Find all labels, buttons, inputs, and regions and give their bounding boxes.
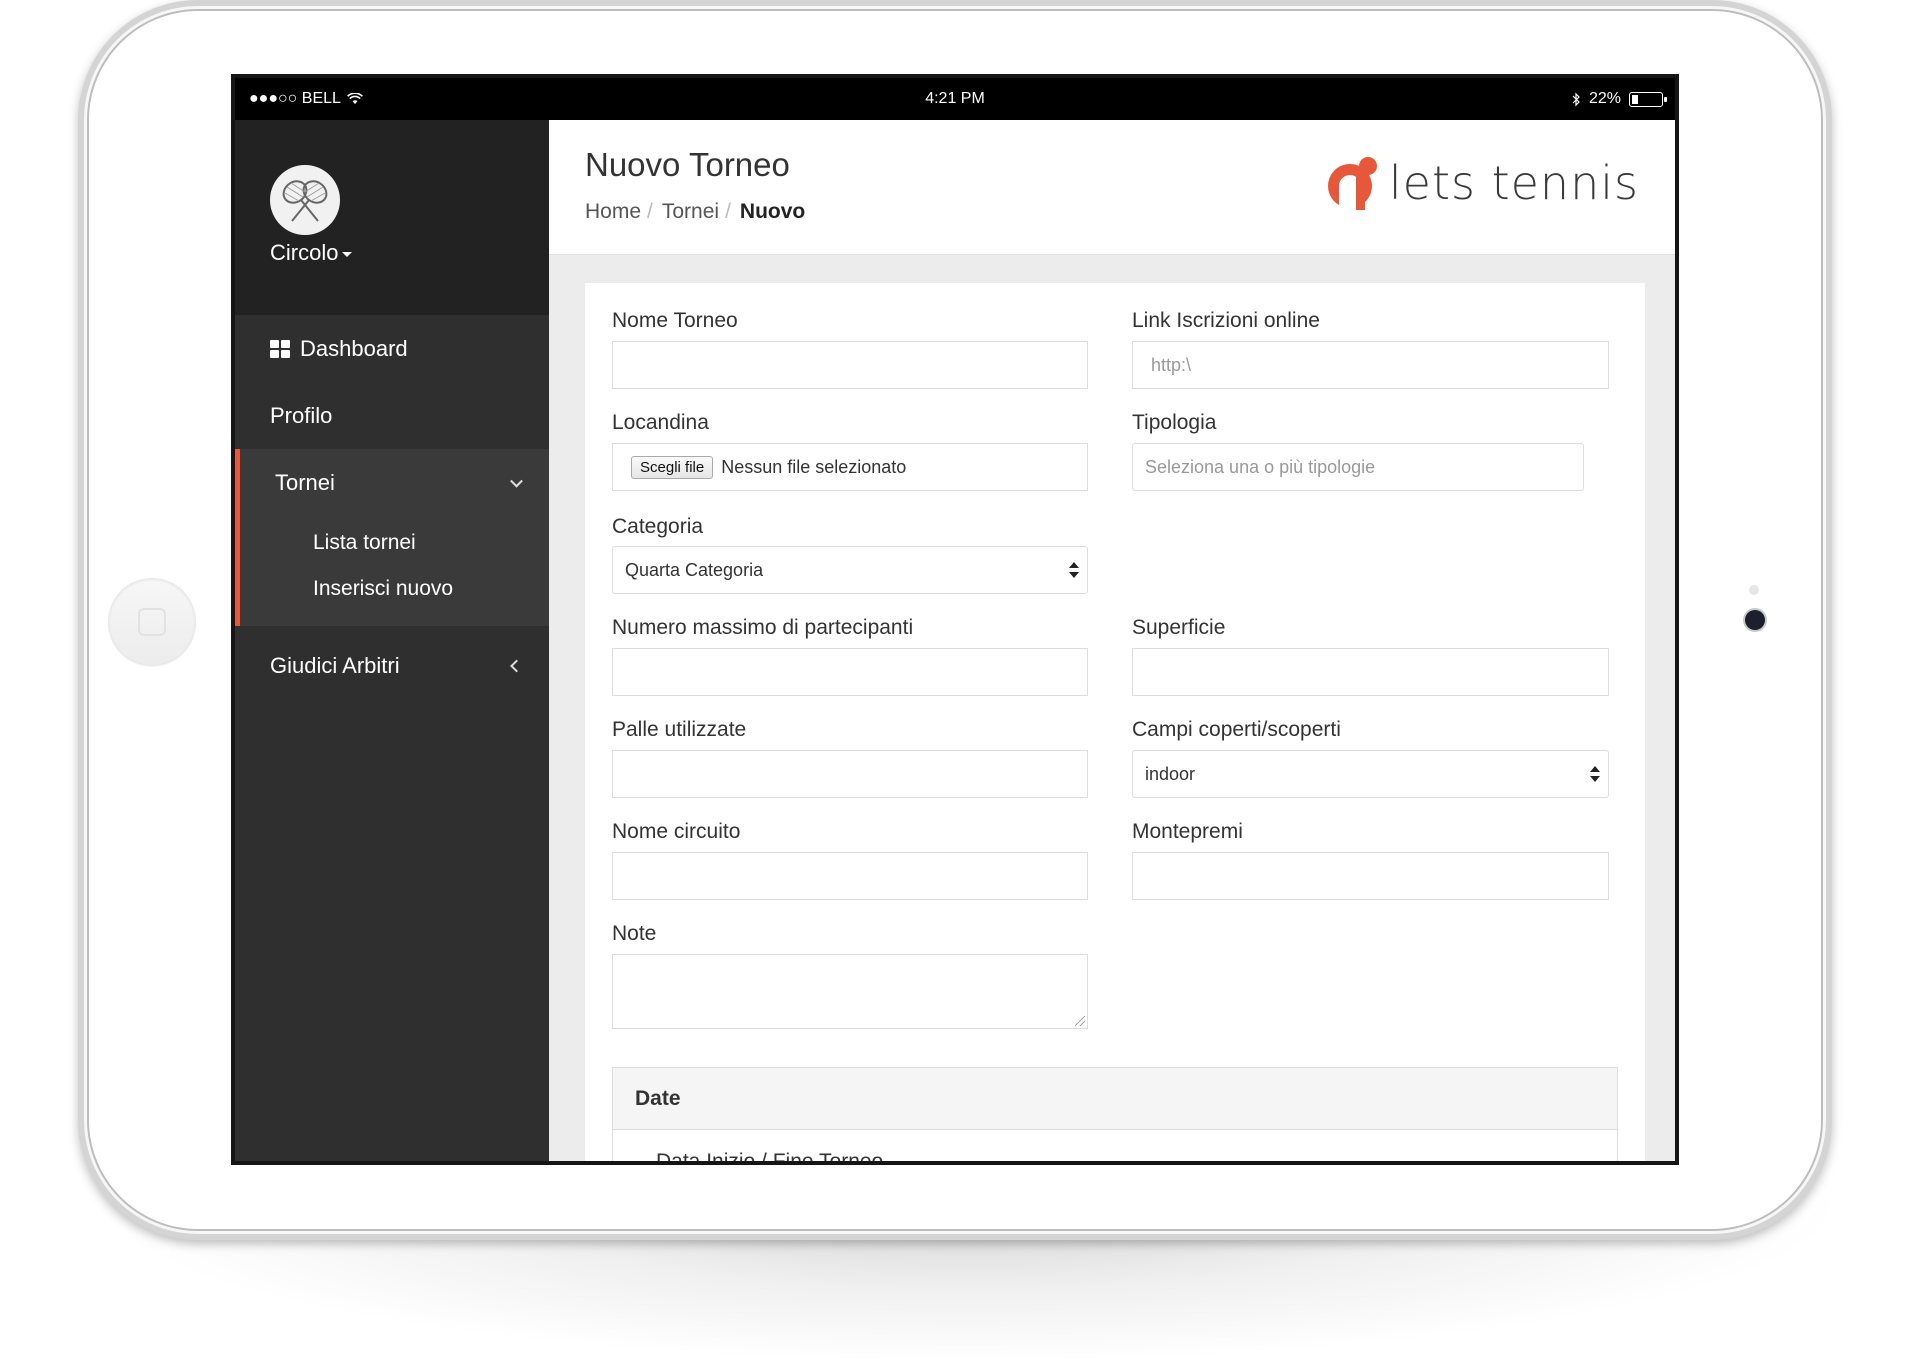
sidebar-item-tornei[interactable]: Tornei bbox=[240, 449, 549, 516]
date-section-title: Date bbox=[613, 1068, 1617, 1130]
breadcrumb: Home / Tornei / Nuovo bbox=[585, 200, 805, 224]
clock: 4:21 PM bbox=[925, 90, 985, 107]
numero-partecipanti-input[interactable] bbox=[612, 648, 1088, 696]
categoria-select[interactable]: Quarta Categoria bbox=[612, 546, 1088, 594]
sidebar-subitem-inserisci-nuovo[interactable]: Inserisci nuovo bbox=[240, 566, 549, 612]
sidebar-item-dashboard[interactable]: Dashboard bbox=[235, 315, 549, 382]
nome-circuito-label: Nome circuito bbox=[612, 820, 741, 843]
palle-input[interactable] bbox=[612, 750, 1088, 798]
superficie-input[interactable] bbox=[1132, 648, 1609, 696]
breadcrumb-separator: / bbox=[647, 200, 653, 223]
battery-level bbox=[1632, 94, 1638, 104]
sidebar-submenu: Lista tornei Inserisci nuovo bbox=[240, 516, 549, 626]
note-textarea[interactable] bbox=[612, 954, 1088, 1029]
club-dropdown[interactable]: Circolo bbox=[270, 240, 353, 266]
front-sensor bbox=[1749, 585, 1759, 595]
sidebar-item-label: Profilo bbox=[270, 402, 333, 428]
montepremi-input[interactable] bbox=[1132, 852, 1609, 900]
nome-circuito-input[interactable] bbox=[612, 852, 1088, 900]
brand-wordmark: lets tennis bbox=[1388, 156, 1639, 210]
locandina-label: Locandina bbox=[612, 411, 709, 434]
status-bar: ●●●○○ BELL 4:21 PM 22% bbox=[235, 78, 1675, 120]
sidebar-item-label: Dashboard bbox=[300, 335, 408, 361]
home-square-icon bbox=[138, 608, 166, 636]
club-label: Circolo bbox=[270, 240, 339, 265]
campi-select[interactable]: indoor bbox=[1132, 750, 1609, 798]
breadcrumb-separator: / bbox=[725, 200, 731, 223]
sidebar-item-profilo[interactable]: Profilo bbox=[235, 382, 549, 449]
nome-torneo-input[interactable] bbox=[612, 341, 1088, 389]
campi-label: Campi coperti/scoperti bbox=[1132, 718, 1341, 741]
caret-down-icon bbox=[342, 251, 353, 257]
club-avatar[interactable] bbox=[270, 165, 340, 235]
home-button[interactable] bbox=[108, 578, 196, 666]
link-iscrizioni-input[interactable]: http:\ bbox=[1132, 341, 1609, 389]
chevron-down-icon bbox=[510, 474, 523, 488]
sidebar-subitem-label: Inserisci nuovo bbox=[313, 577, 454, 600]
choose-file-button[interactable]: Scegli file bbox=[631, 455, 714, 479]
tournament-form: Nome Torneo Link Iscrizioni online http:… bbox=[585, 283, 1645, 1165]
resize-grip-icon[interactable] bbox=[1075, 1016, 1085, 1026]
dashboard-grid-icon bbox=[270, 339, 290, 358]
sidebar-nav: Dashboard Profilo Tornei Lista tornei In… bbox=[235, 315, 549, 699]
breadcrumb-tornei[interactable]: Tornei bbox=[662, 200, 719, 224]
chevron-left-icon bbox=[510, 659, 523, 672]
battery-percent: 22% bbox=[1588, 90, 1621, 107]
date-range-label: Data Inizio / Fine Torneo bbox=[656, 1150, 884, 1165]
battery-icon bbox=[1629, 91, 1667, 107]
file-status: Nessun file selezionato bbox=[721, 456, 907, 477]
tipologia-label: Tipologia bbox=[1132, 411, 1217, 434]
tennis-rackets-icon bbox=[282, 180, 328, 222]
sidebar: Circolo Dashboard Profilo Tornei Lista t… bbox=[235, 120, 549, 1161]
sidebar-header: Circolo bbox=[235, 120, 549, 315]
montepremi-label: Montepremi bbox=[1132, 820, 1243, 843]
main-content: Nuovo Torneo Home / Tornei / Nuovo lets te… bbox=[549, 120, 1675, 1161]
link-iscrizioni-label: Link Iscrizioni online bbox=[1132, 309, 1320, 332]
sidebar-subitem-lista-tornei[interactable]: Lista tornei bbox=[240, 520, 549, 566]
breadcrumb-home[interactable]: Home bbox=[585, 200, 641, 224]
nome-torneo-label: Nome Torneo bbox=[612, 309, 738, 332]
sidebar-item-giudici-arbitri[interactable]: Giudici Arbitri bbox=[235, 632, 549, 699]
locandina-file-input[interactable]: Scegli file Nessun file selezionato bbox=[612, 443, 1088, 491]
lets-tennis-logo-icon bbox=[1327, 157, 1377, 210]
tablet-screen: ●●●○○ BELL 4:21 PM 22% Circolo Dashboard… bbox=[231, 74, 1679, 1165]
categoria-value: Quarta Categoria bbox=[625, 559, 764, 580]
bluetooth-icon bbox=[1572, 92, 1580, 106]
sidebar-subitem-label: Lista tornei bbox=[313, 531, 416, 554]
page-title: Nuovo Torneo bbox=[585, 146, 790, 183]
campi-value: indoor bbox=[1145, 763, 1196, 784]
tipologia-multiselect[interactable]: Seleziona una o più tipologie bbox=[1132, 443, 1584, 491]
select-arrows-icon bbox=[1590, 766, 1600, 782]
select-arrows-icon bbox=[1069, 562, 1079, 578]
front-camera bbox=[1745, 610, 1765, 630]
breadcrumb-current: Nuovo bbox=[739, 200, 806, 223]
note-label: Note bbox=[612, 922, 657, 945]
categoria-label: Categoria bbox=[612, 515, 704, 538]
numero-partecipanti-label: Numero massimo di partecipanti bbox=[612, 616, 914, 639]
sidebar-item-label: Giudici Arbitri bbox=[270, 652, 400, 678]
page-header: Nuovo Torneo Home / Tornei / Nuovo lets te… bbox=[549, 120, 1675, 255]
superficie-label: Superficie bbox=[1132, 616, 1226, 639]
sidebar-item-label: Tornei bbox=[275, 469, 335, 495]
palle-label: Palle utilizzate bbox=[612, 718, 747, 741]
date-section: Date Data Inizio / Fine Torneo bbox=[612, 1067, 1618, 1165]
brand-logo: lets tennis bbox=[1323, 154, 1639, 212]
sidebar-group-tornei: Tornei Lista tornei Inserisci nuovo bbox=[235, 449, 549, 626]
